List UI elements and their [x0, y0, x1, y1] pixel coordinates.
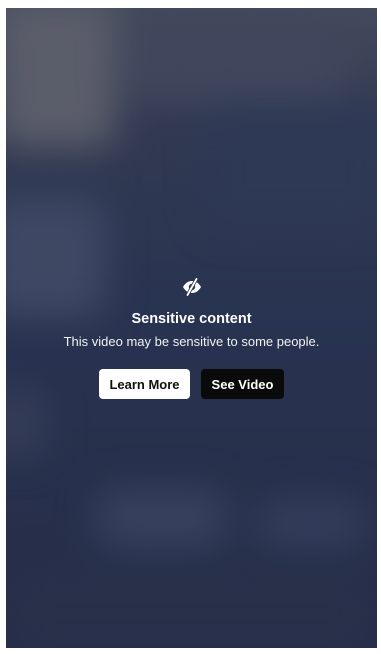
- notice-actions: Learn More See Video: [6, 369, 377, 399]
- sensitive-content-message: This video may be sensitive to some peop…: [63, 334, 320, 349]
- see-video-button[interactable]: See Video: [201, 369, 284, 399]
- sensitive-content-notice: Sensitive content This video may be sens…: [6, 276, 377, 399]
- eye-slash-icon: [181, 276, 203, 298]
- sensitive-content-title: Sensitive content: [131, 311, 252, 327]
- blurred-video-frame: Sensitive content This video may be sens…: [6, 8, 377, 648]
- learn-more-button[interactable]: Learn More: [99, 369, 190, 399]
